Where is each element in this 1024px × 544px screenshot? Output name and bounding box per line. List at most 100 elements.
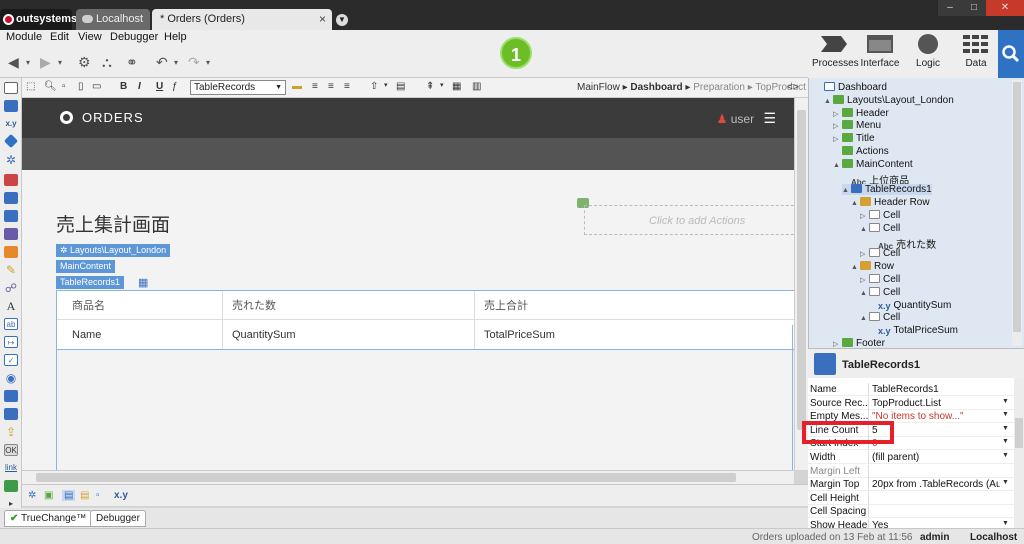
property-row[interactable]: Cell Height (808, 491, 1014, 505)
style-icon[interactable]: ƒ (172, 81, 178, 92)
zoom-icon[interactable]: 🔍︎ (44, 81, 57, 92)
layout-tag[interactable]: ✲ Layouts\Layout_London (56, 244, 171, 257)
expand-toggle-icon[interactable]: ▷ (833, 110, 842, 118)
widget-select[interactable]: TableRecords ▼ (190, 80, 286, 95)
align-left-icon[interactable]: ≡ (312, 81, 318, 92)
hamburger-menu-icon[interactable]: ☰ (763, 110, 776, 126)
menu-module[interactable]: Module (6, 31, 42, 43)
maincontent-tag[interactable]: MainContent (56, 260, 116, 273)
scroll-thumb[interactable] (1015, 418, 1023, 448)
expand-toggle-icon[interactable]: ▲ (860, 226, 869, 233)
list-records-icon[interactable] (4, 192, 18, 204)
expand-toggle-icon[interactable]: ▲ (860, 290, 869, 297)
button-widget-icon[interactable]: ☍ (4, 282, 18, 294)
bold-button[interactable]: B (120, 81, 127, 92)
edit-records-icon[interactable] (4, 210, 18, 222)
text-widget-icon[interactable]: A (4, 300, 18, 312)
combo-widget-icon[interactable] (4, 390, 18, 402)
close-tab-icon[interactable]: × (319, 9, 326, 30)
canvas-horizontal-scrollbar[interactable] (22, 470, 794, 484)
label-widget-icon[interactable]: ab (4, 318, 18, 330)
menu-debugger[interactable]: Debugger (110, 31, 158, 43)
tree-node[interactable]: ▷ Footer (833, 338, 885, 348)
expand-toggle-icon[interactable]: ▷ (833, 135, 842, 143)
expand-toggle-icon[interactable]: ▲ (860, 315, 869, 322)
expand-toggle-icon[interactable]: ▲ (851, 264, 860, 271)
scroll-thumb[interactable] (1013, 82, 1021, 332)
tree-node[interactable]: x.y QuantitySum (869, 300, 951, 311)
edit-record-icon[interactable] (4, 246, 18, 258)
tree-node[interactable]: ▲ Cell (860, 286, 900, 298)
select-tool-icon[interactable]: ⬚ (26, 81, 35, 92)
table-records-widget-icon[interactable]: ▤ (62, 490, 76, 501)
list-box-widget-icon[interactable] (4, 408, 18, 420)
property-value[interactable]: TopProduct.List (872, 398, 1000, 409)
tree-node[interactable]: ▷ Cell (860, 210, 900, 221)
property-value[interactable]: Yes (872, 520, 1000, 528)
property-row[interactable]: Source Rec... TopProduct.List ▼ (808, 396, 1014, 410)
expand-toggle-icon[interactable]: ▷ (860, 212, 869, 220)
screen-canvas[interactable]: ORDERS ♟ user ☰ 売上集計画面 Click to add Acti… (22, 98, 794, 470)
tree-node[interactable]: ▷ Header (833, 107, 889, 119)
settings-gear-icon[interactable]: ⚙ (78, 54, 91, 71)
tree-scrollbar[interactable] (1012, 80, 1022, 346)
property-value[interactable]: TableRecords1 (872, 384, 1000, 395)
desktop-view-icon[interactable]: ▭ (92, 81, 101, 92)
upload-widget-icon[interactable]: ⇪ (4, 426, 18, 438)
expand-toggle-icon[interactable]: ▲ (842, 187, 851, 194)
row-widget-icon[interactable]: ▤ (80, 490, 89, 501)
checkbox-widget-icon[interactable]: ✓ (4, 354, 18, 366)
ok-button-icon[interactable]: OK (4, 444, 18, 456)
insert-dropdown-icon[interactable]: ▾ (440, 81, 444, 89)
tabs-dropdown-icon[interactable]: ▼ (336, 14, 348, 26)
back-icon[interactable]: ◀ (8, 54, 19, 71)
undo-dropdown-icon[interactable]: ▾ (174, 58, 178, 67)
forward-dropdown-icon[interactable]: ▾ (58, 58, 62, 67)
tablerecords-tag[interactable]: TableRecords1 (56, 276, 125, 289)
breadcrumb-dashboard[interactable]: Dashboard (630, 82, 682, 93)
align-right-icon[interactable]: ≡ (344, 81, 350, 92)
property-row[interactable]: Margin Left (808, 464, 1014, 478)
table-insert-icon[interactable]: ▦ (452, 81, 461, 92)
chevron-down-icon[interactable]: ▼ (1002, 398, 1009, 405)
property-row[interactable]: Name TableRecords1 (808, 383, 1014, 396)
css-class-icon[interactable]: ▬ (292, 81, 302, 92)
publish-button[interactable]: 1 (500, 37, 532, 69)
chevron-down-icon[interactable]: ▼ (1002, 452, 1009, 459)
property-value[interactable]: 20px from .TableRecords (Au (872, 479, 1000, 490)
placeholder-widget-icon[interactable]: ▣ (44, 490, 53, 501)
tree-node[interactable]: Dashboard (815, 82, 887, 93)
input-widget-icon[interactable]: ↦ (4, 336, 18, 348)
expand-toggle-icon[interactable]: ▷ (860, 250, 869, 258)
link-text-icon[interactable]: link (4, 462, 18, 474)
expression-widget-icon[interactable]: x.y (114, 490, 128, 501)
data-button[interactable]: Data (954, 32, 998, 69)
redo-dropdown-icon[interactable]: ▾ (206, 58, 210, 67)
outsystems-tab[interactable]: outsystems (0, 9, 77, 30)
maximize-button[interactable]: □ (962, 0, 986, 16)
table-cell[interactable]: QuantitySum (232, 329, 296, 341)
table-header-cell[interactable]: 売上合計 (484, 297, 528, 313)
references-icon[interactable]: ⚭ (126, 54, 138, 71)
property-row[interactable]: Width (fill parent) ▼ (808, 451, 1014, 464)
if-widget-icon[interactable] (3, 133, 19, 149)
container-widget-icon[interactable] (4, 82, 18, 94)
canvas-vertical-scrollbar[interactable] (794, 98, 808, 470)
table-merge-icon[interactable]: ▥ (472, 81, 481, 92)
cell-widget-icon[interactable]: ▫ (96, 490, 100, 501)
tree-node[interactable]: ▷ Cell (860, 274, 900, 285)
form-widget-icon[interactable] (4, 174, 18, 186)
radio-widget-icon[interactable]: ◉ (4, 372, 18, 384)
redo-icon[interactable]: ↷ (188, 54, 200, 71)
undo-icon[interactable]: ↶ (156, 54, 168, 71)
close-window-button[interactable]: ✕ (986, 0, 1024, 16)
properties-scrollbar[interactable] (1014, 378, 1024, 528)
interface-button[interactable]: Interface (858, 32, 902, 69)
table-cell[interactable]: TotalPriceSum (484, 329, 555, 341)
layout-icon[interactable]: ▫ (62, 81, 66, 92)
truechange-tab[interactable]: ✔ TrueChange™ (4, 510, 93, 527)
tree-node[interactable]: ▲ Cell (860, 222, 900, 234)
tree-node[interactable]: x.y TotalPriceSum (869, 325, 958, 336)
move-dropdown-icon[interactable]: ▾ (384, 81, 388, 89)
property-row[interactable]: Cell Spacing (808, 505, 1014, 519)
